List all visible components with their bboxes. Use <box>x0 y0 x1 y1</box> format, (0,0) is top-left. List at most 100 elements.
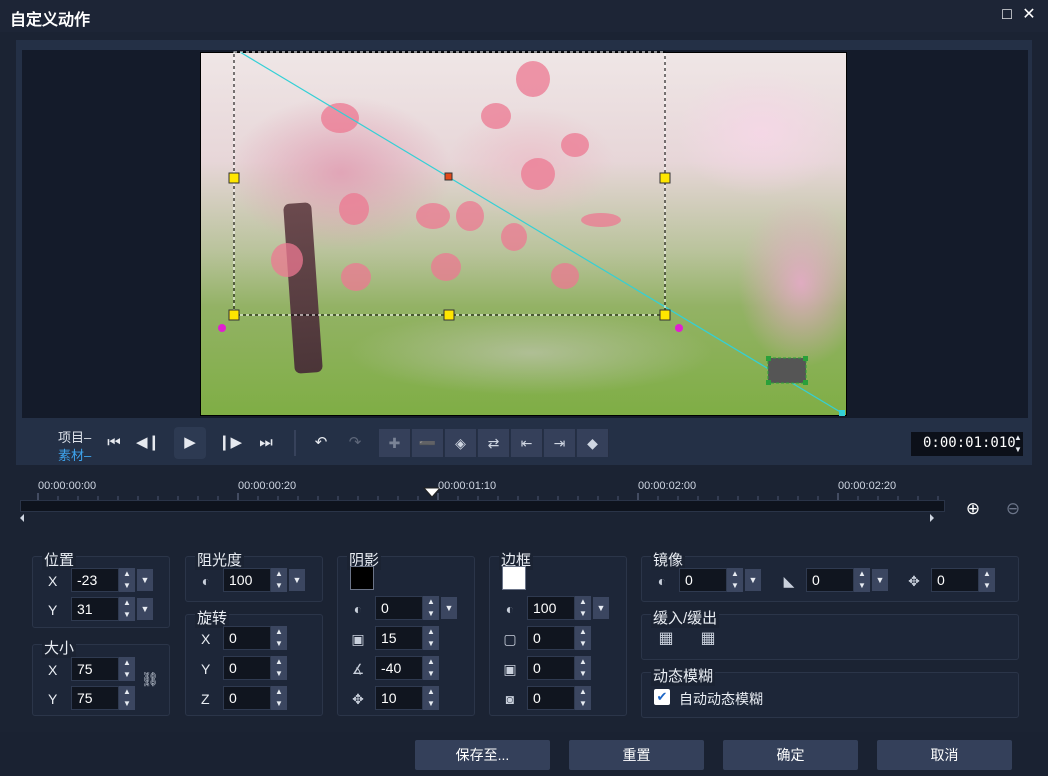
ease-out-icon[interactable]: ▦ <box>699 630 717 648</box>
ok-button[interactable]: 确定 <box>723 740 858 770</box>
move-keyframe-right-icon[interactable]: ⇥ <box>544 429 576 457</box>
mirror-fade-icon: ◣ <box>783 573 795 589</box>
motion-blur-label: 动态模糊 <box>651 665 716 686</box>
mirror-opacity-icon: ◐ <box>657 573 667 589</box>
ease-in-icon[interactable]: ▦ <box>657 630 675 648</box>
position-y-input[interactable]: 31 <box>71 597 119 621</box>
mirror-fade-menu[interactable]: ▼ <box>872 569 888 591</box>
ruler-label-2: 00:00:01:10 <box>438 480 497 492</box>
shadow-distance-stepper[interactable]: ▲ ▼ <box>423 686 439 710</box>
cancel-button[interactable]: 取消 <box>877 740 1012 770</box>
size-x-stepper[interactable]: ▲ ▼ <box>119 657 135 681</box>
reset-button[interactable]: 重置 <box>569 740 704 770</box>
redo-icon: ↷ <box>348 434 362 451</box>
rotation-y-input[interactable]: 0 <box>223 656 271 680</box>
mirror-offset-stepper[interactable]: ▲ ▼ <box>979 568 995 592</box>
shadow-angle-icon: ∡ <box>351 661 365 677</box>
project-mode-label[interactable]: 项目– <box>58 427 91 446</box>
border-blur-input[interactable]: 0 <box>527 656 575 680</box>
timecode-field[interactable]: 0:00:01:010 <box>911 432 1023 456</box>
tree-trunk <box>283 202 323 374</box>
position-label: 位置 <box>42 549 77 570</box>
keyframe-options-icon[interactable]: ◆ <box>577 429 609 457</box>
rotation-x-label: X <box>201 631 211 647</box>
opacity-menu[interactable]: ▼ <box>289 569 305 591</box>
remove-keyframe-icon[interactable]: ➖ <box>412 429 444 457</box>
ruler-label-1: 00:00:00:20 <box>238 480 297 492</box>
shadow-blur-stepper[interactable]: ▲ ▼ <box>423 626 439 650</box>
border-opacity-menu[interactable]: ▼ <box>593 597 609 619</box>
border-opacity-stepper[interactable]: ▲ ▼ <box>575 596 591 620</box>
timeline-track[interactable] <box>20 500 945 512</box>
rotation-y-stepper[interactable]: ▲ ▼ <box>271 656 287 680</box>
border-opacity-input[interactable]: 100 <box>527 596 575 620</box>
size-y-label: Y <box>48 691 58 707</box>
link-aspect-icon[interactable]: ⛓ <box>141 670 159 688</box>
undo-icon[interactable]: ↶ <box>307 429 335 457</box>
shadow-opacity-input[interactable]: 0 <box>375 596 423 620</box>
rotation-x-stepper[interactable]: ▲ ▼ <box>271 626 287 650</box>
play-button[interactable]: ▶ <box>174 427 206 459</box>
go-to-end-icon[interactable]: ⏭ <box>252 429 280 457</box>
shadow-opacity-stepper[interactable]: ▲ ▼ <box>423 596 439 620</box>
border-softness-stepper[interactable]: ▲ ▼ <box>575 686 591 710</box>
shadow-angle-input[interactable]: -40 <box>375 656 423 680</box>
previous-frame-icon[interactable]: ◀❙ <box>134 429 162 457</box>
mirror-opacity-stepper[interactable]: ▲ ▼ <box>727 568 743 592</box>
mirror-fade-stepper[interactable]: ▲ ▼ <box>854 568 870 592</box>
rotation-x-input[interactable]: 0 <box>223 626 271 650</box>
border-softness-input[interactable]: 0 <box>527 686 575 710</box>
opacity-label: 阻光度 <box>195 549 245 570</box>
shadow-blur-input[interactable]: 15 <box>375 626 423 650</box>
maximize-icon[interactable]: □ <box>998 6 1016 24</box>
mirror-opacity-input[interactable]: 0 <box>679 568 727 592</box>
border-blur-stepper[interactable]: ▲ ▼ <box>575 656 591 680</box>
size-y-input[interactable]: 75 <box>71 686 119 710</box>
go-to-start-icon[interactable]: ⏮ <box>100 429 128 457</box>
position-y-menu[interactable]: ▼ <box>137 598 153 620</box>
close-icon[interactable]: ✕ <box>1020 6 1038 24</box>
rotation-y-label: Y <box>201 661 211 677</box>
shadow-opacity-menu[interactable]: ▼ <box>441 597 457 619</box>
position-x-stepper[interactable]: ▲ ▼ <box>119 568 135 592</box>
position-y-stepper[interactable]: ▲ ▼ <box>119 597 135 621</box>
reverse-keyframes-icon[interactable]: ◈ <box>445 429 477 457</box>
shadow-distance-input[interactable]: 10 <box>375 686 423 710</box>
timecode-stepper[interactable]: ▲ ▼ <box>1010 432 1026 456</box>
zoom-out-icon: ⊖ <box>1005 499 1021 518</box>
border-width-stepper[interactable]: ▲ ▼ <box>575 626 591 650</box>
border-blur-icon: ▣ <box>503 661 517 677</box>
swap-keyframes-icon[interactable]: ⇄ <box>478 429 510 457</box>
rotation-label: 旋转 <box>195 607 230 628</box>
rotation-z-label: Z <box>201 691 210 707</box>
shadow-color-swatch[interactable] <box>350 566 374 590</box>
window-title: 自定义动作 <box>10 12 91 29</box>
ruler-label-0: 00:00:00:00 <box>38 480 97 492</box>
border-softness-icon: ◙ <box>505 691 515 707</box>
border-color-swatch[interactable] <box>502 566 526 590</box>
preview-image[interactable] <box>200 52 847 416</box>
position-x-label: X <box>48 573 58 589</box>
border-width-input[interactable]: 0 <box>527 626 575 650</box>
size-x-input[interactable]: 75 <box>71 657 119 681</box>
opacity-stepper[interactable]: ▲ ▼ <box>271 568 287 592</box>
rotation-z-stepper[interactable]: ▲ ▼ <box>271 686 287 710</box>
ease-slider[interactable] <box>780 636 966 646</box>
clip-mode-label[interactable]: 素材– <box>58 445 91 464</box>
mirror-fade-input[interactable]: 0 <box>806 568 854 592</box>
shadow-distance-icon: ✥ <box>352 691 364 707</box>
mirror-opacity-menu[interactable]: ▼ <box>745 569 761 591</box>
mirror-offset-input[interactable]: 0 <box>931 568 979 592</box>
size-y-stepper[interactable]: ▲ ▼ <box>119 686 135 710</box>
opacity-input[interactable]: 100 <box>223 568 271 592</box>
save-as-button[interactable]: 保存至... <box>415 740 550 770</box>
position-x-input[interactable]: -23 <box>71 568 119 592</box>
move-keyframe-left-icon[interactable]: ⇤ <box>511 429 543 457</box>
auto-motion-blur-checkbox[interactable]: ✔ <box>654 689 670 705</box>
rotation-z-input[interactable]: 0 <box>223 686 271 710</box>
shadow-angle-stepper[interactable]: ▲ ▼ <box>423 656 439 680</box>
zoom-in-icon[interactable]: ⊕ <box>964 500 982 518</box>
next-frame-icon[interactable]: ❙▶ <box>216 429 244 457</box>
position-x-menu[interactable]: ▼ <box>137 569 153 591</box>
border-width-icon: ▢ <box>503 631 517 647</box>
